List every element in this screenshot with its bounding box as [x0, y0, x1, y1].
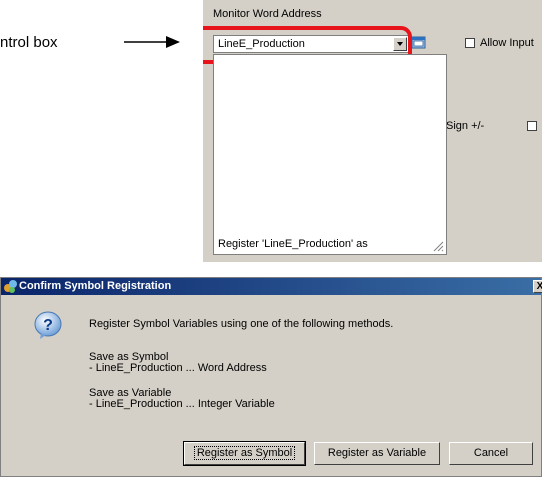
sign-label: Sign +/-: [446, 120, 485, 132]
app-icon: [4, 280, 17, 293]
sign-checkbox[interactable]: [527, 121, 537, 131]
allow-input-checkbox[interactable]: [465, 38, 475, 48]
callout-label: ntrol box: [0, 34, 58, 51]
address-picker-icon[interactable]: [411, 35, 427, 51]
dialog-message: Register Symbol Variables using one of t…: [89, 318, 394, 330]
register-as-symbol-button[interactable]: Register as Symbol: [183, 441, 306, 466]
comment-text: Register 'LineE_Production' as: [218, 238, 368, 250]
arrow-right-icon: [124, 36, 180, 48]
dialog-title: Confirm Symbol Registration: [19, 280, 172, 292]
cancel-button[interactable]: Cancel: [449, 442, 533, 465]
cancel-label: Cancel: [473, 447, 509, 459]
register-as-variable-button[interactable]: Register as Variable: [314, 442, 440, 465]
monitor-word-address-label: Monitor Word Address: [213, 8, 322, 20]
register-as-symbol-label: Register as Symbol: [193, 446, 296, 460]
question-icon: ?: [34, 311, 62, 339]
close-button[interactable]: X: [533, 280, 542, 293]
comment-textarea[interactable]: Register 'LineE_Production' as: [213, 54, 447, 255]
confirm-dialog: Confirm Symbol Registration X ? Register…: [0, 277, 542, 477]
dialog-titlebar[interactable]: Confirm Symbol Registration X: [1, 278, 542, 295]
save-as-symbol-detail: - LineE_Production ... Word Address: [89, 362, 267, 374]
register-as-variable-label: Register as Variable: [327, 447, 427, 459]
settings-panel: Monitor Word Address LineE_Production Al…: [203, 0, 542, 262]
resize-grip-icon[interactable]: [433, 241, 444, 252]
save-as-variable-detail: - LineE_Production ... Integer Variable: [89, 398, 275, 410]
svg-text:?: ?: [43, 317, 53, 334]
allow-input-label: Allow Input: [480, 37, 534, 49]
